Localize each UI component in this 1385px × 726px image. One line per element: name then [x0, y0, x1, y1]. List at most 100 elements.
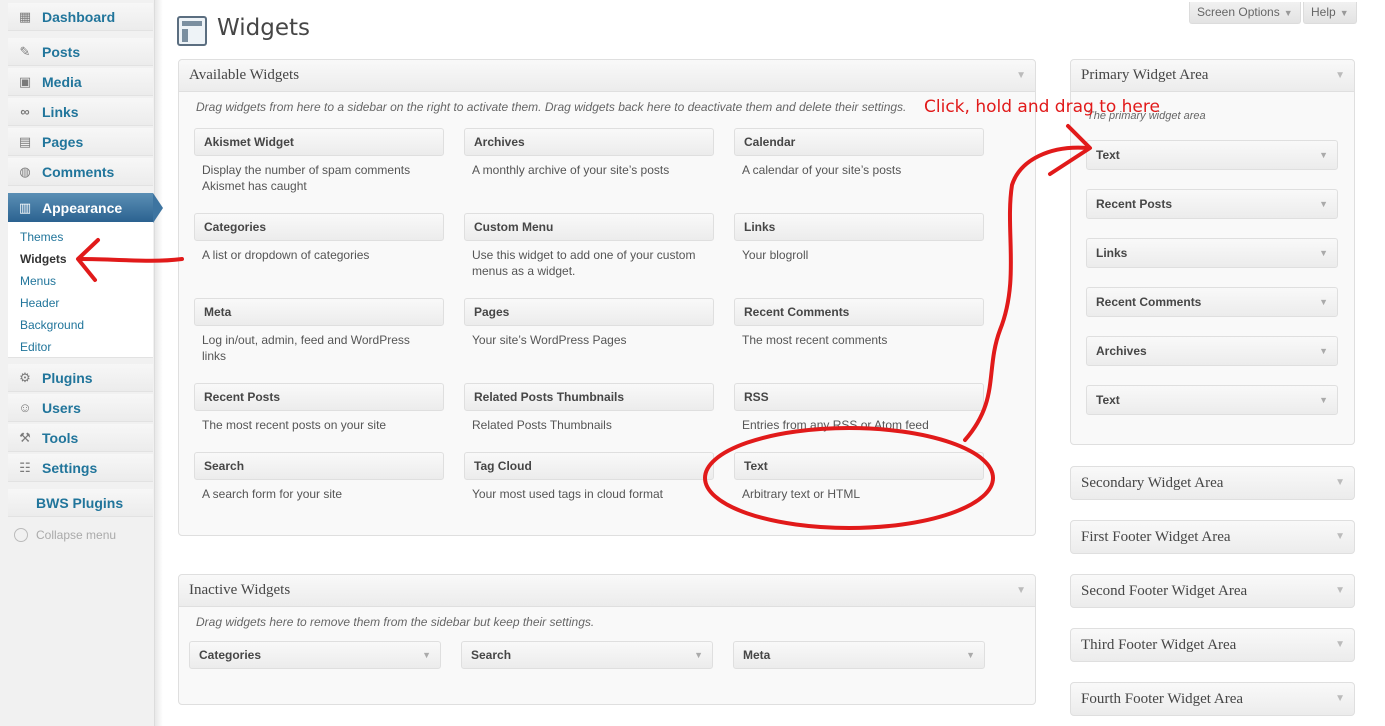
panel-header[interactable]: Inactive Widgets ▼ [179, 575, 1035, 607]
submenu-header[interactable]: Header [20, 296, 59, 310]
panel-title: Inactive Widgets [189, 582, 291, 598]
widget-title[interactable]: Recent Posts [194, 383, 444, 411]
sidebar-widget-links[interactable]: Links ▼ [1086, 238, 1338, 268]
tools-icon: ⚒ [19, 429, 31, 445]
submenu-background[interactable]: Background [20, 318, 84, 332]
active-menu-pointer [153, 193, 163, 223]
chevron-down-icon[interactable]: ▼ [1335, 639, 1345, 650]
chevron-down-icon[interactable]: ▼ [1335, 70, 1345, 81]
inactive-widget-categories[interactable]: Categories ▼ [189, 641, 441, 669]
widget-search[interactable]: Search A search form for your site [194, 452, 444, 508]
widget-title[interactable]: Tag Cloud [464, 452, 714, 480]
widget-description: Your site’s WordPress Pages [472, 333, 627, 347]
widget-title[interactable]: Search [194, 452, 444, 480]
chevron-down-icon[interactable]: ▼ [966, 650, 975, 660]
second-footer-widget-area[interactable]: Second Footer Widget Area ▼ [1070, 574, 1355, 608]
panel-header[interactable]: Available Widgets ▼ [179, 60, 1035, 92]
widget-title[interactable]: Recent Comments [734, 298, 984, 326]
chevron-down-icon[interactable]: ▼ [1319, 150, 1328, 160]
widget-title[interactable]: Custom Menu [464, 213, 714, 241]
chevron-down-icon[interactable]: ▼ [1335, 585, 1345, 596]
widget-title[interactable]: Meta [194, 298, 444, 326]
chevron-down-icon[interactable]: ▼ [1335, 477, 1345, 488]
widget-pages[interactable]: Pages Your site’s WordPress Pages [464, 298, 714, 354]
widget-custom-menu[interactable]: Custom Menu Use this widget to add one o… [464, 213, 714, 285]
sidebar-widget-archives[interactable]: Archives ▼ [1086, 336, 1338, 366]
menu-label: Settings [42, 459, 98, 476]
menu-media[interactable]: ▣ Media [8, 68, 153, 96]
widget-rss[interactable]: RSS Entries from any RSS or Atom feed [734, 383, 984, 439]
fourth-footer-widget-area[interactable]: Fourth Footer Widget Area ▼ [1070, 682, 1355, 716]
sidebar-widget-recent-posts[interactable]: Recent Posts ▼ [1086, 189, 1338, 219]
sidebar-widget-text[interactable]: Text ▼ [1086, 140, 1338, 170]
menu-links[interactable]: ∞ Links [8, 98, 153, 126]
widget-title[interactable]: Search ▼ [461, 641, 713, 669]
widget-title[interactable]: RSS [734, 383, 984, 411]
sidebar-widget-text-2[interactable]: Text ▼ [1086, 385, 1338, 415]
chevron-down-icon[interactable]: ▼ [1319, 395, 1328, 405]
collapse-label: Collapse menu [36, 528, 117, 542]
widget-title[interactable]: Categories ▼ [189, 641, 441, 669]
third-footer-widget-area[interactable]: Third Footer Widget Area ▼ [1070, 628, 1355, 662]
chevron-down-icon[interactable]: ▼ [1319, 248, 1328, 258]
widget-archives[interactable]: Archives A monthly archive of your site’… [464, 128, 714, 184]
widget-recent-comments[interactable]: Recent Comments The most recent comments [734, 298, 984, 354]
sidebar-shadow [155, 0, 163, 726]
menu-label: Users [42, 399, 81, 416]
secondary-widget-area[interactable]: Secondary Widget Area ▼ [1070, 466, 1355, 500]
chevron-down-icon[interactable]: ▼ [1016, 585, 1026, 596]
menu-users[interactable]: ☺ Users [8, 394, 153, 422]
submenu-themes[interactable]: Themes [20, 230, 63, 244]
chevron-down-icon[interactable]: ▼ [1335, 693, 1345, 704]
chevron-down-icon[interactable]: ▼ [1319, 346, 1328, 356]
widget-title[interactable]: Akismet Widget [194, 128, 444, 156]
plugin-icon: ⚙ [19, 369, 31, 385]
widget-title[interactable]: Pages [464, 298, 714, 326]
submenu-editor[interactable]: Editor [20, 340, 51, 354]
inactive-widget-search[interactable]: Search ▼ [461, 641, 713, 669]
panel-header[interactable]: Primary Widget Area ▼ [1071, 60, 1354, 92]
submenu-widgets[interactable]: Widgets [20, 252, 67, 266]
menu-posts[interactable]: ✎ Posts [8, 38, 153, 66]
widget-title[interactable]: Text [734, 452, 984, 480]
widget-title[interactable]: Calendar [734, 128, 984, 156]
chevron-down-icon[interactable]: ▼ [1016, 70, 1026, 81]
menu-tools[interactable]: ⚒ Tools [8, 424, 153, 452]
collapse-menu-button[interactable]: Collapse menu [14, 528, 116, 542]
menu-appearance[interactable]: ▥ Appearance [8, 193, 153, 223]
widget-categories[interactable]: Categories A list or dropdown of categor… [194, 213, 444, 269]
chevron-down-icon: ▼ [1339, 8, 1349, 18]
widget-links[interactable]: Links Your blogroll [734, 213, 984, 269]
help-button[interactable]: Help ▼ [1303, 2, 1357, 24]
widget-calendar[interactable]: Calendar A calendar of your site’s posts [734, 128, 984, 184]
widget-related-posts-thumbnails[interactable]: Related Posts Thumbnails Related Posts T… [464, 383, 714, 439]
menu-pages[interactable]: ▤ Pages [8, 128, 153, 156]
menu-dashboard[interactable]: ▦ Dashboard [8, 3, 153, 31]
widget-meta[interactable]: Meta Log in/out, admin, feed and WordPre… [194, 298, 444, 370]
chevron-down-icon[interactable]: ▼ [1319, 297, 1328, 307]
chevron-down-icon[interactable]: ▼ [422, 650, 431, 660]
sidebar-widget-recent-comments[interactable]: Recent Comments ▼ [1086, 287, 1338, 317]
screen-options-button[interactable]: Screen Options ▼ [1189, 2, 1301, 24]
widget-title[interactable]: Related Posts Thumbnails [464, 383, 714, 411]
widget-tag-cloud[interactable]: Tag Cloud Your most used tags in cloud f… [464, 452, 714, 508]
chevron-down-icon[interactable]: ▼ [1319, 199, 1328, 209]
admin-sidebar: ▦ Dashboard ✎ Posts ▣ Media ∞ Links ▤ Pa… [0, 0, 155, 726]
widget-title[interactable]: Links [734, 213, 984, 241]
chevron-down-icon[interactable]: ▼ [1335, 531, 1345, 542]
widget-title[interactable]: Archives [464, 128, 714, 156]
chevron-down-icon[interactable]: ▼ [694, 650, 703, 660]
widget-text[interactable]: Text Arbitrary text or HTML [734, 452, 984, 508]
menu-comments[interactable]: ◍ Comments [8, 158, 153, 186]
menu-bws-plugins[interactable]: BWS Plugins [8, 489, 153, 517]
widget-recent-posts[interactable]: Recent Posts The most recent posts on yo… [194, 383, 444, 439]
widget-title[interactable]: Categories [194, 213, 444, 241]
menu-plugins[interactable]: ⚙ Plugins [8, 364, 153, 392]
submenu-menus[interactable]: Menus [20, 274, 56, 288]
menu-settings[interactable]: ☷ Settings [8, 454, 153, 482]
first-footer-widget-area[interactable]: First Footer Widget Area ▼ [1070, 520, 1355, 554]
widget-akismet[interactable]: Akismet Widget Display the number of spa… [194, 128, 444, 200]
menu-label: Posts [42, 43, 81, 60]
inactive-widget-meta[interactable]: Meta ▼ [733, 641, 985, 669]
widget-title[interactable]: Meta ▼ [733, 641, 985, 669]
